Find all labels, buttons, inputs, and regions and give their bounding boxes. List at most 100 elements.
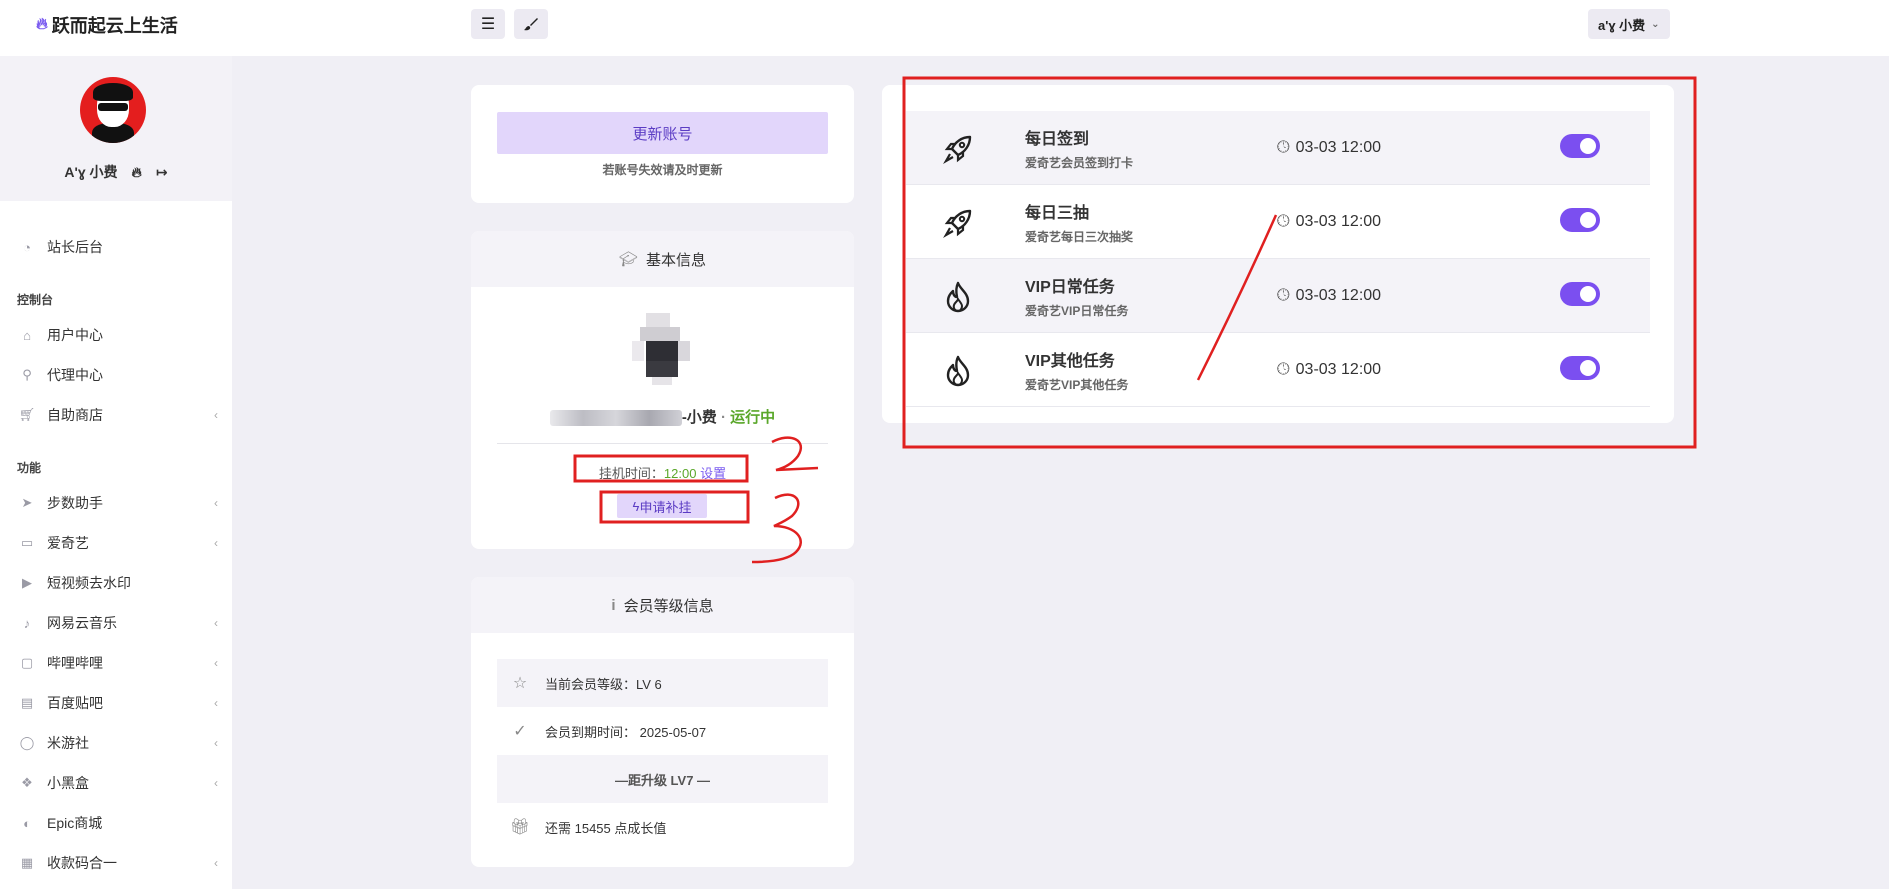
menu-toggle-button[interactable]: ☰ <box>471 9 505 39</box>
section-features: 功能 <box>17 461 42 475</box>
sidebar-item-steps[interactable]: ➤ 步数助手 ‹ <box>18 492 218 514</box>
top-bar: 🔥︎ 跃而起云上生活 ☰ a'ɣ 小费 ⌄ <box>0 0 1889 56</box>
set-time-link[interactable]: 设置 <box>700 466 726 481</box>
separator: · <box>716 409 731 426</box>
sidebar-item-label: 站长后台 <box>47 239 103 255</box>
gift-icon: 🎁︎ <box>509 819 531 836</box>
chevron-left-icon: ‹ <box>214 656 218 670</box>
flame-icon: 🔥︎ <box>36 16 48 33</box>
task-time-value: 03-03 12:00 <box>1295 213 1382 230</box>
star-icon: ☆ <box>512 675 528 692</box>
update-account-button[interactable]: 更新账号 <box>497 112 828 154</box>
hang-time-value: 12:00 <box>663 466 697 481</box>
sidebar-item-label: 哔哩哔哩 <box>47 655 103 671</box>
sidebar-item-shop[interactable]: 🛒︎ 自助商店 ‹ <box>18 404 218 426</box>
profile-panel: A'ɣ 小费 🔥︎ ↦ <box>0 56 232 201</box>
masked-account-name <box>549 410 682 427</box>
hang-time-label: 挂机时间： <box>598 466 664 481</box>
clock-icon: 🕓︎ <box>1277 213 1290 230</box>
sidebar-item-admin[interactable]: ◔ 站长后台 <box>18 236 218 258</box>
sidebar-item-iqiyi[interactable]: ▭ 爱奇艺 ‹ <box>18 532 218 554</box>
flame-icon <box>946 355 970 387</box>
chevron-left-icon: ‹ <box>214 856 218 870</box>
sidebar-item-label: 自助商店 <box>47 407 103 423</box>
sidebar-item-miyoushe[interactable]: ◯ 米游社 ‹ <box>18 732 218 754</box>
gauge-icon: ◔ <box>23 239 31 255</box>
chevron-left-icon: ‹ <box>214 408 218 422</box>
book-icon: ▤ <box>20 695 34 710</box>
account-avatar <box>632 313 692 385</box>
task-title: 每日三抽 <box>1025 205 1090 222</box>
clock-icon: 🕓︎ <box>1277 361 1290 378</box>
sidebar-item-bilibili[interactable]: ▢ 哔哩哔哩 ‹ <box>18 652 218 674</box>
basic-info-card: 🎓︎ 基本信息 -小费 · 运行中 挂机时间：12:00 设置 ϟ 申请补挂 <box>471 231 854 549</box>
sidebar-item-label: 百度贴吧 <box>47 695 103 711</box>
brand[interactable]: 🔥︎ 跃而起云上生活 <box>36 12 178 38</box>
rocket-icon <box>943 135 972 164</box>
flame-icon <box>946 281 970 313</box>
task-row: 每日签到 爱奇艺会员签到打卡 🕓︎ 03-03 12:00 <box>906 111 1650 185</box>
upgrade-row: —距升级 LV7 — <box>497 755 828 803</box>
sidebar-item-label: 短视频去水印 <box>47 575 131 591</box>
member-expire-text: 会员到期时间： 2025-05-07 <box>545 724 707 740</box>
apply-rehang-button[interactable]: ϟ 申请补挂 <box>617 494 707 518</box>
task-toggle[interactable] <box>1560 282 1600 306</box>
sidebar-item-epic[interactable]: ◐ Epic商城 <box>18 812 218 834</box>
task-time-value: 03-03 12:00 <box>1295 287 1382 304</box>
divider <box>497 443 828 444</box>
task-title: VIP其他任务 <box>1025 353 1115 370</box>
graduation-cap-icon: 🎓︎ <box>618 251 639 268</box>
tasks-card: 每日签到 爱奇艺会员签到打卡 🕓︎ 03-03 12:00 每日三抽 爱奇艺每日三… <box>882 85 1674 423</box>
avatar[interactable] <box>80 77 146 143</box>
sidebar-item-label: 小黑盒 <box>47 775 89 791</box>
dropbox-icon: ❖ <box>21 775 33 790</box>
task-desc: 爱奇艺每日三次抽奖 <box>1025 230 1134 244</box>
task-row: VIP日常任务 爱奇艺VIP日常任务 🕓︎ 03-03 12:00 <box>906 259 1650 333</box>
member-level-header: i 会员等级信息 <box>471 577 854 633</box>
chevron-left-icon: ‹ <box>214 696 218 710</box>
monitor-icon: ▭ <box>20 535 34 550</box>
profile-name-row: A'ɣ 小费 🔥︎ ↦ <box>0 162 232 182</box>
flame-icon[interactable]: 🔥︎ <box>132 164 142 181</box>
bolt-icon: ϟ <box>632 498 640 514</box>
task-toggle[interactable] <box>1560 134 1600 158</box>
lightbulb-icon: ◯ <box>19 735 35 750</box>
check-circle-icon: ✓ <box>513 723 527 740</box>
brand-title: 跃而起云上生活 <box>51 16 178 36</box>
sidebar-item-user-center[interactable]: ⌂ 用户中心 <box>18 324 218 346</box>
task-time: 🕓︎ 03-03 12:00 <box>1277 213 1381 231</box>
video-icon: ▢ <box>20 655 34 670</box>
logout-icon[interactable]: ↦ <box>156 164 168 181</box>
sidebar-item-netease-music[interactable]: ♪ 网易云音乐 ‹ <box>18 612 218 634</box>
task-toggle[interactable] <box>1560 356 1600 380</box>
sidebar-item-watermark[interactable]: ▶ 短视频去水印 <box>18 572 218 594</box>
basic-info-header: 🎓︎ 基本信息 <box>471 231 854 287</box>
music-note-icon: ♪ <box>23 615 31 631</box>
member-level-title: 会员等级信息 <box>623 597 714 615</box>
task-time-value: 03-03 12:00 <box>1295 139 1382 156</box>
palette-icon: ◐ <box>23 815 31 831</box>
youtube-icon: ▶ <box>22 575 32 590</box>
task-title: VIP日常任务 <box>1025 279 1115 296</box>
info-icon: i <box>611 596 616 614</box>
sidebar-item-label: 步数助手 <box>47 495 103 511</box>
brush-icon <box>524 18 538 31</box>
sidebar: A'ɣ 小费 🔥︎ ↦ ◔ 站长后台 控制台 ⌂ 用户中心 ⚲ 代理中心 🛒︎ … <box>0 56 232 889</box>
sidebar-item-label: 用户中心 <box>47 327 103 343</box>
sidebar-item-qrcode[interactable]: ▦ 收款码合一 ‹ <box>18 852 218 874</box>
task-desc: 爱奇艺VIP其他任务 <box>1025 378 1129 392</box>
rocket-icon: ➤ <box>21 495 33 510</box>
sidebar-item-tieba[interactable]: ▤ 百度贴吧 ‹ <box>18 692 218 714</box>
task-time: 🕓︎ 03-03 12:00 <box>1277 139 1381 157</box>
sidebar-item-heybox[interactable]: ❖ 小黑盒 ‹ <box>18 772 218 794</box>
chevron-left-icon: ‹ <box>214 736 218 750</box>
task-toggle[interactable] <box>1560 208 1600 232</box>
status-badge: 运行中 <box>730 409 776 426</box>
chevron-down-icon: ⌄ <box>1651 18 1660 30</box>
clock-icon: 🕓︎ <box>1277 139 1290 156</box>
update-hint: 若账号失效请及时更新 <box>602 163 723 177</box>
sidebar-item-agent-center[interactable]: ⚲ 代理中心 <box>18 364 218 386</box>
theme-button[interactable] <box>514 9 548 39</box>
user-menu[interactable]: a'ɣ 小费 ⌄ <box>1588 9 1670 39</box>
growth-remaining-text: 还需 15455 点成长值 <box>545 820 667 836</box>
